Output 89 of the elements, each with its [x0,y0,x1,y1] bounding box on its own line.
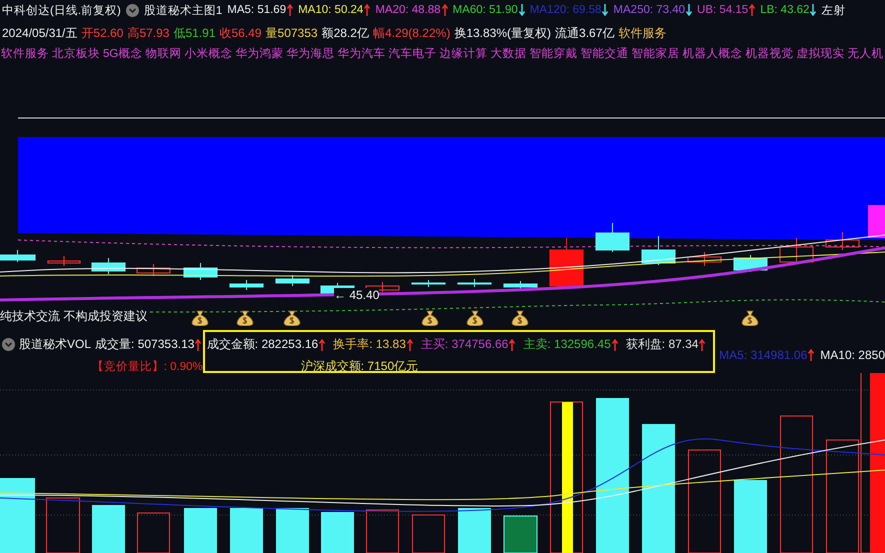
indicator-reading: MA10: 50.24 [298,4,364,16]
candlestick [504,280,538,290]
indicator-reading: MA60: 51.90 [452,4,518,16]
concept-tag[interactable]: 机器视觉 [745,46,794,60]
indicator-reading: MA250: 73.40 [613,4,686,16]
candlestick [184,262,218,280]
indicator-reading: MA5: 314981.06 [719,348,808,362]
concept-tag[interactable]: 大数据 [490,46,526,60]
candlestick [642,236,676,266]
money-bag-icon [236,310,254,326]
candlestick [550,238,584,288]
concept-tag[interactable]: 智能穿戴 [529,46,578,60]
candlestick [230,280,264,290]
indicator-reading: 获利盘: 87.34 [626,336,698,353]
concept-tag[interactable]: 华为鸿蒙 [235,46,284,60]
indicator-reading: MA10: 2850 [820,348,885,362]
indicator-reading: UB: 54.15 [697,4,748,16]
quote-field: 收56.49 [220,24,262,42]
candlestick [0,250,36,262]
concept-tag[interactable]: 智能家居 [631,46,680,60]
volume-bar [321,512,354,553]
indicator-reading: 成交金额: 282253.16 [206,336,318,353]
signal-bar [868,205,885,238]
quote-field: 开52.60 [81,24,124,42]
indicator-reading: MA5: 51.69 [227,4,286,16]
quote-field: 量507353 [266,24,318,42]
volume-bar [504,516,538,553]
indicator-reading: 主买: 374756.66 [420,336,508,353]
quote-field: 换13.83%(量复权) [454,24,552,42]
stock-title: 中科创达(日线.前复权) [2,4,121,18]
concept-tag[interactable]: 北京板块 [52,46,100,60]
quote-field: 幅4.29(8.22%) [372,24,450,42]
volume-bar [230,508,263,553]
volume-bar [458,508,491,553]
indicator-reading: MA120: 69.58 [530,4,602,16]
indicator-reading: 换手率: 13.83 [333,336,406,353]
volume-bar [184,508,217,553]
money-bag-icon [741,310,759,326]
concept-tag[interactable]: 物联网 [145,46,182,60]
concept-tag[interactable]: 边缘计算 [439,46,488,60]
candlestick [826,232,860,250]
candlestick [92,258,126,274]
concept-tag[interactable]: 华为汽车 [337,46,386,60]
indicator-reading: 成交量: 507353.13 [95,336,194,353]
indicator-name: 股道秘术VOL [19,336,92,353]
concept-tag[interactable]: 小米概念 [184,46,232,60]
indicator-reading: LB: 43.62 [760,4,810,16]
money-bag-icon [421,310,439,326]
concept-tag[interactable]: 华为海思 [286,46,334,60]
money-bag-icon [511,310,529,326]
quote-field: 高57.93 [127,24,170,42]
concept-tag[interactable]: 机器人概念 [682,46,742,60]
dropdown-icon[interactable] [2,338,15,351]
concept-tag[interactable]: 智能交通 [580,46,628,60]
volume-bar [366,510,399,553]
concept-tag[interactable]: 5G概念 [103,46,142,60]
candlestick [596,222,630,252]
candlestick [48,256,80,266]
money-bag-icon [191,310,209,326]
candlestick [136,264,170,276]
indicator-reading: 主卖: 132596.45 [523,336,611,353]
concept-tag[interactable]: 软件服务 [1,46,49,60]
candlestick [276,274,310,286]
market-turnover: 沪深成交额: 7150亿元 [300,358,420,375]
concept-tag[interactable]: 汽车电子 [388,46,436,60]
volume-bar [276,508,309,553]
indicator-name: 股道秘术主图1 [144,3,222,18]
quote-field: 软件服务 [618,24,666,42]
candlestick [458,278,492,288]
quote-field: 额28.2亿 [322,24,369,42]
volume-bar [412,514,445,553]
quote-date: 2024/05/31/五 [2,24,78,42]
indicator-name: 左射 [821,4,846,18]
concept-tag[interactable]: 无人机 [847,46,884,60]
indicator-reading: MA20: 48.88 [375,4,441,16]
volume-bar [92,505,125,553]
quote-field: 流通3.67亿 [555,24,614,42]
money-bag-icon [466,310,484,326]
volume-bar [46,498,80,553]
candlestick [688,252,722,266]
price-label: ← 45.40 [334,288,380,302]
dropdown-icon[interactable] [126,4,139,16]
candlestick [780,238,814,264]
quote-field: 低51.91 [173,24,216,42]
money-bag-icon [283,310,301,326]
disclaimer-text: 纯技术交流 不构成投资建议 [0,308,148,325]
volume-bar [137,512,170,553]
concept-tag[interactable]: 虚拟现实 [796,46,844,60]
auction-ratio: 【竞价量比】: 0.90% [92,359,203,374]
